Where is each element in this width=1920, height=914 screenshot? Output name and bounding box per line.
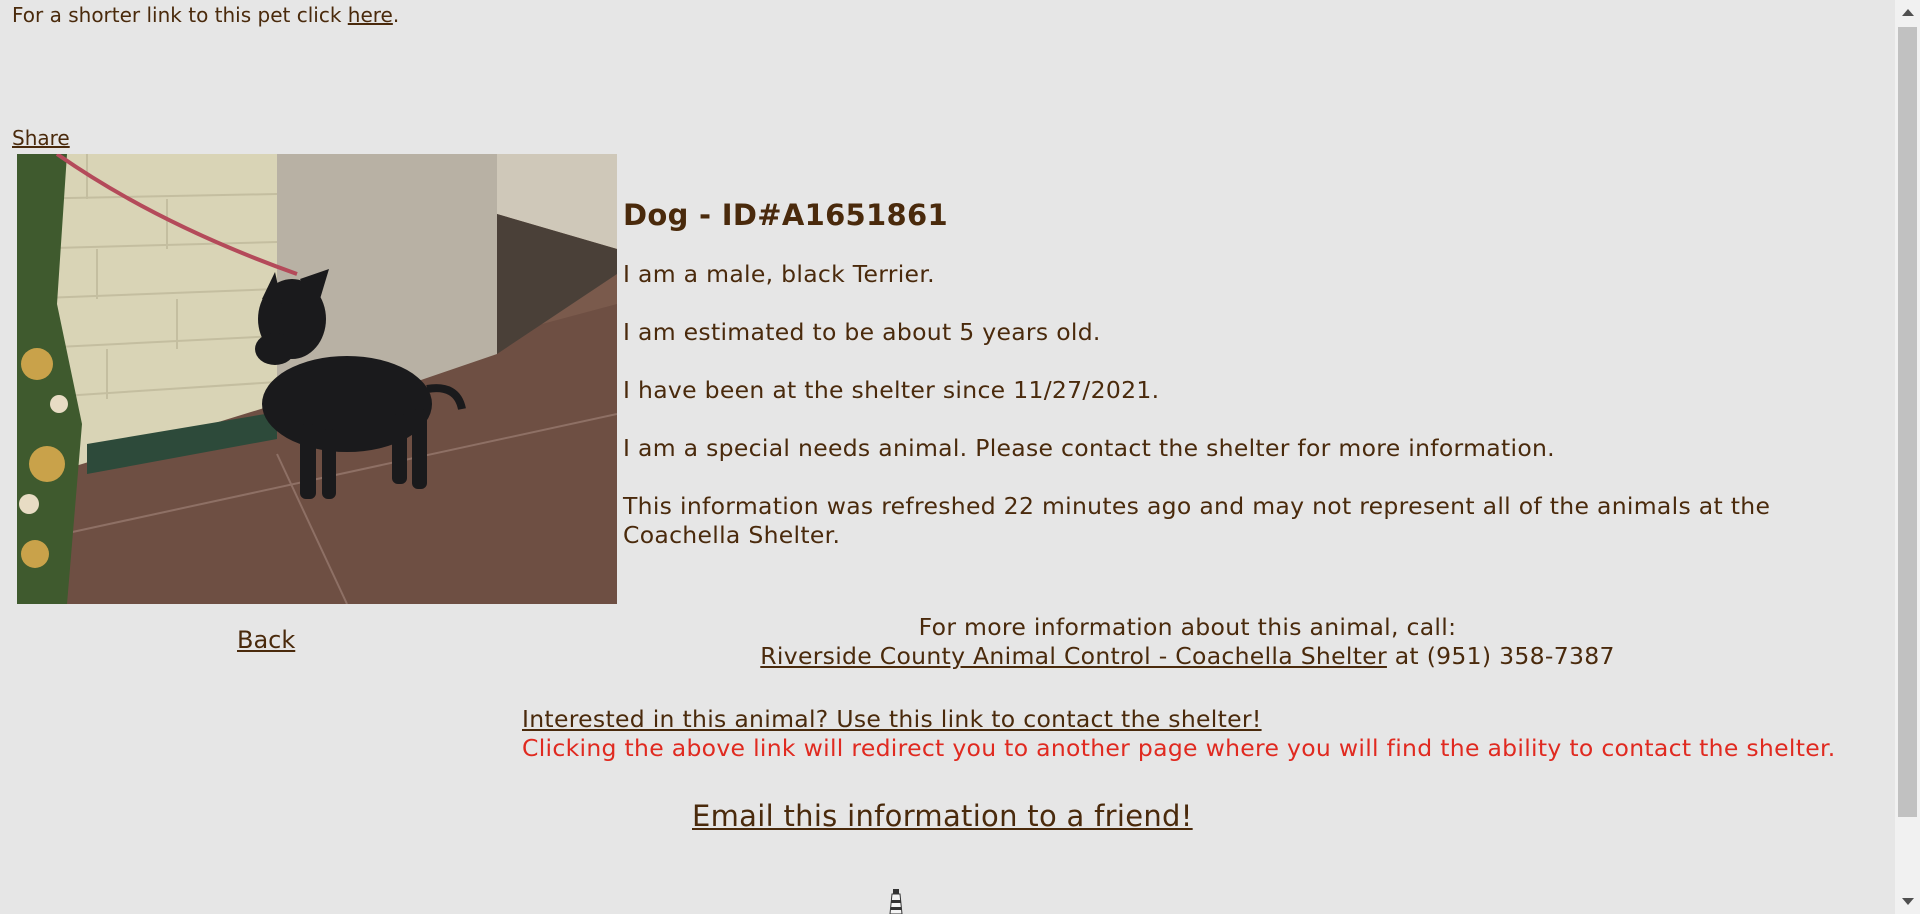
vertical-scrollbar[interactable] <box>1895 0 1920 914</box>
share-link[interactable]: Share <box>12 126 70 150</box>
back-link[interactable]: Back <box>237 626 295 654</box>
animal-shelter-since: I have been at the shelter since 11/27/2… <box>623 376 1160 404</box>
interest-section: Interested in this animal? Use this link… <box>522 705 1920 763</box>
animal-refresh-note: This information was refreshed 22 minute… <box>623 492 1771 549</box>
animal-description: I am a male, black Terrier. <box>623 260 935 288</box>
contact-shelter-link[interactable]: Interested in this animal? Use this link… <box>522 705 1262 733</box>
shelter-phone: (951) 358-7387 <box>1426 642 1615 670</box>
pet-photo <box>17 154 617 604</box>
animal-heading: Dog - ID#A1651861 <box>623 198 948 232</box>
email-friend-link[interactable]: Email this information to a friend! <box>692 799 1193 833</box>
shelter-link[interactable]: Riverside County Animal Control - Coache… <box>760 642 1387 670</box>
scroll-up-icon[interactable] <box>1902 9 1914 16</box>
phone-prefix: at <box>1386 642 1427 670</box>
short-link-prefix: For a shorter link to this pet click <box>12 3 348 27</box>
scrollbar-thumb[interactable] <box>1898 27 1917 817</box>
short-link-suffix: . <box>392 3 400 27</box>
contact-line: Riverside County Animal Control - Coache… <box>700 642 1675 671</box>
animal-details: Dog - ID#A1651861 I am a male, black Ter… <box>623 198 1863 579</box>
animal-age: I am estimated to be about 5 years old. <box>623 318 1101 346</box>
animal-special-needs: I am a special needs animal. Please cont… <box>623 434 1555 462</box>
page: For a shorter link to this pet click her… <box>0 0 1920 914</box>
contact-intro: For more information about this animal, … <box>918 613 1457 641</box>
short-link-notice: For a shorter link to this pet click her… <box>12 3 399 27</box>
short-link-here-link[interactable]: here <box>348 3 393 27</box>
scroll-down-icon[interactable] <box>1902 898 1914 905</box>
lighthouse-icon <box>886 888 906 914</box>
contact-info: For more information about this animal, … <box>700 613 1675 671</box>
redirect-warning: Clicking the above link will redirect yo… <box>522 734 1836 762</box>
